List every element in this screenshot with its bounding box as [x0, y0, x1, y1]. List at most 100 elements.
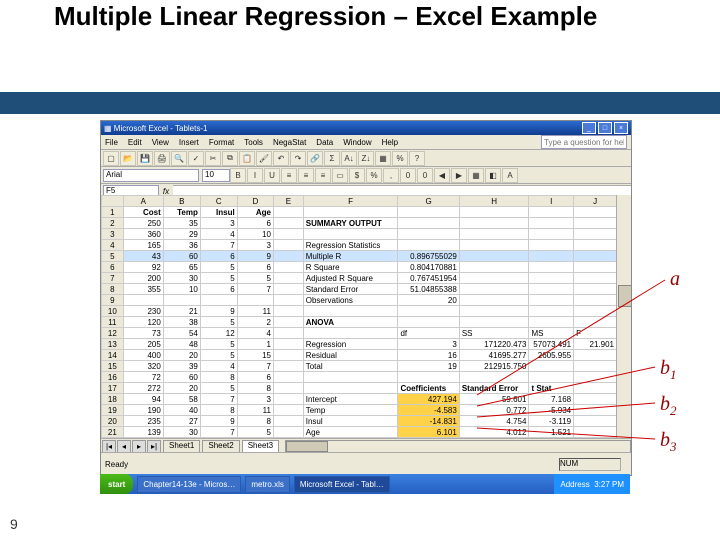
cell-J2[interactable]	[574, 218, 617, 229]
cell-J9[interactable]	[574, 295, 617, 306]
align-center-icon[interactable]: ≡	[298, 168, 314, 183]
cell-E14[interactable]	[273, 350, 303, 361]
sort-asc-icon[interactable]: A↓	[341, 151, 357, 166]
cell-H19[interactable]: 0.772	[459, 405, 529, 416]
cell-A9[interactable]	[123, 295, 163, 306]
cell-E2[interactable]	[273, 218, 303, 229]
cell-C16[interactable]: 8	[200, 372, 237, 383]
cell-B3[interactable]: 29	[163, 229, 200, 240]
cell-E4[interactable]	[273, 240, 303, 251]
cell-I1[interactable]	[529, 207, 574, 218]
cell-C21[interactable]: 7	[200, 427, 237, 438]
merge-icon[interactable]: ▭	[332, 168, 348, 183]
col-header-C[interactable]: C	[200, 196, 237, 207]
cell-E10[interactable]	[273, 306, 303, 317]
cell-J6[interactable]	[574, 262, 617, 273]
cell-B11[interactable]: 38	[163, 317, 200, 328]
cell-H5[interactable]	[459, 251, 529, 262]
cell-B12[interactable]: 54	[163, 328, 200, 339]
cell-E17[interactable]	[273, 383, 303, 394]
row-header-8[interactable]: 8	[102, 284, 124, 295]
cell-B21[interactable]: 30	[163, 427, 200, 438]
currency-icon[interactable]: $	[349, 168, 365, 183]
cell-G15[interactable]: 19	[398, 361, 459, 372]
cell-E19[interactable]	[273, 405, 303, 416]
row-header-20[interactable]: 20	[102, 416, 124, 427]
cell-A1[interactable]: Cost	[123, 207, 163, 218]
cell-B6[interactable]: 65	[163, 262, 200, 273]
cell-C10[interactable]: 9	[200, 306, 237, 317]
cell-A16[interactable]: 72	[123, 372, 163, 383]
cell-E13[interactable]	[273, 339, 303, 350]
cell-F19[interactable]: Temp	[303, 405, 398, 416]
cell-J21[interactable]	[574, 427, 617, 438]
font-name-select[interactable]: Arial	[103, 169, 199, 182]
bold-icon[interactable]: B	[230, 168, 246, 183]
cell-I19[interactable]: -5.934	[529, 405, 574, 416]
cell-D21[interactable]: 5	[237, 427, 273, 438]
cell-C12[interactable]: 12	[200, 328, 237, 339]
cell-I8[interactable]	[529, 284, 574, 295]
cell-F20[interactable]: Insul	[303, 416, 398, 427]
row-header-10[interactable]: 10	[102, 306, 124, 317]
cell-G20[interactable]: -14.831	[398, 416, 459, 427]
cell-A3[interactable]: 360	[123, 229, 163, 240]
cell-D8[interactable]: 7	[237, 284, 273, 295]
cell-F18[interactable]: Intercept	[303, 394, 398, 405]
undo-icon[interactable]: ↶	[273, 151, 289, 166]
sheet-tab-sheet3[interactable]: Sheet3	[242, 440, 279, 453]
cell-F10[interactable]	[303, 306, 398, 317]
sheet-tab-sheet2[interactable]: Sheet2	[202, 440, 239, 453]
cell-D10[interactable]: 11	[237, 306, 273, 317]
cell-H15[interactable]: 212915.750	[459, 361, 529, 372]
row-header-11[interactable]: 11	[102, 317, 124, 328]
cell-H20[interactable]: 4.754	[459, 416, 529, 427]
cell-G8[interactable]: 51.04855388	[398, 284, 459, 295]
cell-F7[interactable]: Adjusted R Square	[303, 273, 398, 284]
cell-A21[interactable]: 139	[123, 427, 163, 438]
cell-D12[interactable]: 4	[237, 328, 273, 339]
maximize-button[interactable]: □	[598, 122, 612, 134]
cell-A7[interactable]: 200	[123, 273, 163, 284]
print-icon[interactable]: 🖨	[154, 151, 170, 166]
cell-A8[interactable]: 355	[123, 284, 163, 295]
row-header-13[interactable]: 13	[102, 339, 124, 350]
cell-A4[interactable]: 165	[123, 240, 163, 251]
cell-I4[interactable]	[529, 240, 574, 251]
cell-B19[interactable]: 40	[163, 405, 200, 416]
col-header-H[interactable]: H	[459, 196, 529, 207]
cell-A15[interactable]: 320	[123, 361, 163, 372]
cell-I21[interactable]: 1.521	[529, 427, 574, 438]
cell-G7[interactable]: 0.767451954	[398, 273, 459, 284]
cell-E6[interactable]	[273, 262, 303, 273]
cell-B10[interactable]: 21	[163, 306, 200, 317]
cell-C2[interactable]: 3	[200, 218, 237, 229]
cell-D11[interactable]: 2	[237, 317, 273, 328]
cell-C17[interactable]: 5	[200, 383, 237, 394]
taskbar-item-0[interactable]: Chapter14-13e - Micros…	[137, 476, 241, 493]
cell-G6[interactable]: 0.804170881	[398, 262, 459, 273]
cell-A11[interactable]: 120	[123, 317, 163, 328]
cell-C9[interactable]	[200, 295, 237, 306]
italic-icon[interactable]: I	[247, 168, 263, 183]
row-header-19[interactable]: 19	[102, 405, 124, 416]
cell-I15[interactable]	[529, 361, 574, 372]
cell-H4[interactable]	[459, 240, 529, 251]
align-right-icon[interactable]: ≡	[315, 168, 331, 183]
cell-D19[interactable]: 11	[237, 405, 273, 416]
brush-icon[interactable]: 🖌	[256, 151, 272, 166]
menu-tools[interactable]: Tools	[244, 138, 263, 147]
cell-I12[interactable]: MS	[529, 328, 574, 339]
underline-icon[interactable]: U	[264, 168, 280, 183]
cell-J7[interactable]	[574, 273, 617, 284]
cell-H17[interactable]: Standard Error	[459, 383, 529, 394]
cell-F3[interactable]	[303, 229, 398, 240]
cell-C11[interactable]: 5	[200, 317, 237, 328]
cell-E18[interactable]	[273, 394, 303, 405]
font-size-select[interactable]: 10	[202, 169, 230, 182]
system-tray[interactable]: Address 3:27 PM	[554, 474, 630, 494]
scrollbar-thumb[interactable]	[618, 285, 632, 307]
cell-A19[interactable]: 190	[123, 405, 163, 416]
row-header-1[interactable]: 1	[102, 207, 124, 218]
cell-J16[interactable]	[574, 372, 617, 383]
